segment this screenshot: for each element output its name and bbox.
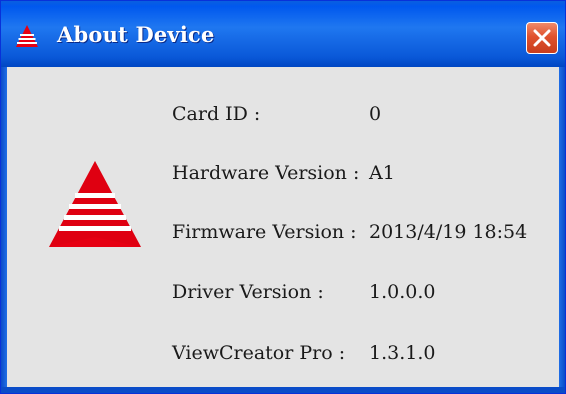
- window-frame-bottom: [1, 387, 565, 393]
- card-id-value: 0: [369, 103, 382, 125]
- window-frame-right: [559, 67, 565, 393]
- driver-version-label: Driver Version :: [172, 281, 324, 303]
- driver-version-value: 1.0.0.0: [369, 281, 436, 303]
- info-row-viewcreator-pro: ViewCreator Pro : 1.3.1.0: [7, 338, 559, 368]
- triangle-logo-icon: [16, 25, 38, 47]
- firmware-version-value: 2013/4/19 18:54: [369, 221, 528, 243]
- hardware-version-value: A1: [369, 162, 395, 184]
- info-row-firmware-version: Firmware Version : 2013/4/19 18:54: [7, 217, 559, 247]
- info-row-hardware-version: Hardware Version : A1: [7, 158, 559, 188]
- hardware-version-label: Hardware Version :: [172, 162, 360, 184]
- window-title: About Device: [57, 22, 215, 47]
- title-bar[interactable]: About Device: [1, 1, 565, 67]
- about-device-window: About Device Card ID : 0 Hardware Versio…: [0, 0, 566, 394]
- viewcreator-pro-label: ViewCreator Pro :: [172, 342, 346, 364]
- close-button[interactable]: [526, 22, 558, 54]
- firmware-version-label: Firmware Version :: [172, 221, 357, 243]
- close-icon: [533, 29, 551, 47]
- info-row-driver-version: Driver Version : 1.0.0.0: [7, 277, 559, 307]
- viewcreator-pro-value: 1.3.1.0: [369, 342, 436, 364]
- dialog-content: Card ID : 0 Hardware Version : A1 Firmwa…: [7, 67, 559, 387]
- info-row-card-id: Card ID : 0: [7, 99, 559, 129]
- card-id-label: Card ID :: [172, 103, 261, 125]
